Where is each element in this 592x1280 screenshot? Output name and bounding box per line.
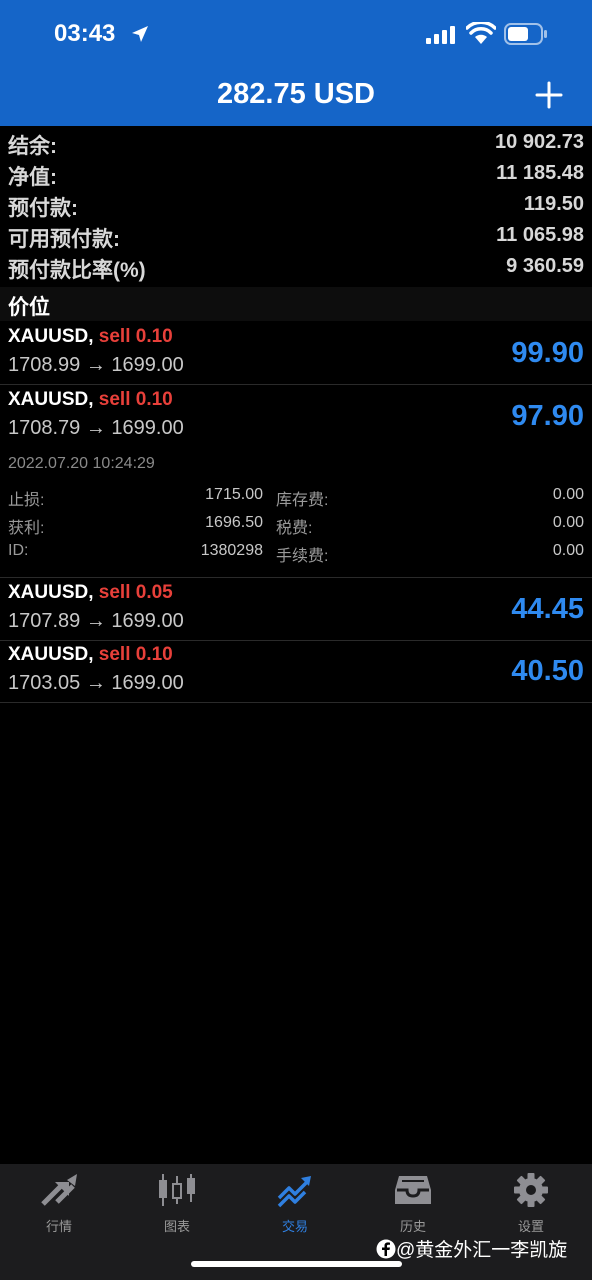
position-prices: 1703.05 → 1699.00	[8, 672, 184, 694]
candlestick-chart-icon	[159, 1174, 195, 1206]
summary-label: 可用预付款:	[8, 228, 120, 251]
watermark: @黄金外汇一李凯旋	[376, 1235, 567, 1262]
position-side: sell 0.05	[98, 582, 173, 603]
position-side: sell 0.10	[98, 326, 173, 347]
summary-value: 11 065.98	[496, 224, 584, 246]
position-side: sell 0.10	[98, 644, 173, 665]
detail-label: 止损:	[8, 492, 45, 509]
tab-history[interactable]: 历史	[354, 1172, 472, 1235]
position-prices: 1707.89 → 1699.00	[8, 610, 184, 632]
detail-value: 0.00	[552, 542, 584, 559]
summary-label: 预付款:	[8, 197, 78, 220]
position-row[interactable]: XAUUSD, sell 0.10 1708.99 → 1699.00 99.9…	[0, 322, 592, 385]
summary-label: 结余:	[8, 135, 57, 158]
tab-trade[interactable]: 交易	[236, 1172, 354, 1235]
detail-value: 0.00	[552, 486, 584, 503]
detail-value: 1715.00	[205, 486, 263, 503]
battery-icon	[504, 23, 547, 45]
summary-row-free-margin: 可用预付款: 11 065.98	[0, 221, 592, 252]
tab-charts[interactable]: 图表	[118, 1172, 236, 1235]
detail-value: 1696.50	[205, 514, 263, 531]
position-details: 2022.07.20 10:24:29 止损: 1715.00 库存费: 0.0…	[0, 448, 592, 578]
add-order-icon[interactable]	[534, 80, 564, 110]
summary-value: 119.50	[523, 193, 584, 215]
position-row[interactable]: XAUUSD, sell 0.05 1707.89 → 1699.00 44.4…	[0, 578, 592, 641]
gear-icon	[514, 1173, 548, 1207]
position-symbol: XAUUSD, sell 0.05	[8, 582, 173, 603]
tab-label: 交易	[281, 1219, 308, 1234]
account-summary: 结余: 10 902.73 净值: 11 185.48 预付款: 119.50 …	[0, 128, 592, 283]
home-indicator[interactable]	[191, 1261, 402, 1267]
header-bar: 03:43 282.75 USD	[0, 0, 592, 126]
account-profit-title: 282.75 USD	[217, 78, 375, 110]
section-title: 价位	[8, 296, 50, 319]
quotes-arrows-icon	[41, 1174, 77, 1206]
detail-label: 手续费:	[276, 548, 329, 565]
position-profit: 97.90	[511, 400, 584, 432]
detail-label: 税费:	[276, 520, 313, 537]
tab-label: 设置	[517, 1219, 544, 1234]
facebook-icon	[376, 1239, 396, 1259]
summary-row-balance: 结余: 10 902.73	[0, 128, 592, 159]
summary-row-margin-level: 预付款比率(%) 9 360.59	[0, 252, 592, 283]
detail-value: 0.00	[552, 514, 584, 531]
location-arrow-icon	[132, 26, 148, 42]
tab-quotes[interactable]: 行情	[0, 1172, 118, 1235]
cellular-signal-icon	[426, 26, 455, 44]
position-symbol: XAUUSD, sell 0.10	[8, 326, 173, 347]
position-open-time: 2022.07.20 10:24:29	[8, 455, 155, 472]
status-time: 03:43	[54, 20, 116, 47]
tab-label: 历史	[399, 1219, 426, 1234]
detail-row: 止损: 1715.00 库存费: 0.00	[0, 486, 592, 512]
position-profit: 40.50	[511, 655, 584, 687]
position-symbol: XAUUSD, sell 0.10	[8, 644, 173, 665]
detail-label: ID:	[8, 542, 29, 559]
wifi-icon	[466, 22, 496, 44]
position-prices: 1708.79 → 1699.00	[8, 417, 184, 439]
tab-label: 行情	[45, 1219, 72, 1234]
position-side: sell 0.10	[98, 389, 173, 410]
detail-value: 1380298	[200, 542, 263, 559]
position-prices: 1708.99 → 1699.00	[8, 354, 184, 376]
detail-row: 获利: 1696.50 税费: 0.00	[0, 514, 592, 540]
summary-label: 预付款比率(%)	[8, 259, 146, 282]
trade-trend-icon	[277, 1176, 311, 1208]
summary-value: 9 360.59	[506, 255, 584, 277]
summary-row-equity: 净值: 11 185.48	[0, 159, 592, 190]
tab-settings[interactable]: 设置	[472, 1172, 590, 1235]
detail-row: ID: 1380298 手续费: 0.00	[0, 542, 592, 568]
position-row[interactable]: XAUUSD, sell 0.10 1708.79 → 1699.00 97.9…	[0, 385, 592, 447]
summary-label: 净值:	[8, 166, 57, 189]
position-row[interactable]: XAUUSD, sell 0.10 1703.05 → 1699.00 40.5…	[0, 640, 592, 703]
tab-label: 图表	[163, 1219, 190, 1234]
history-inbox-icon	[395, 1176, 431, 1204]
summary-value: 11 185.48	[496, 162, 584, 184]
position-symbol: XAUUSD, sell 0.10	[8, 389, 173, 410]
position-profit: 44.45	[511, 593, 584, 625]
positions-section-header: 价位	[0, 287, 592, 321]
summary-value: 10 902.73	[495, 131, 584, 153]
detail-label: 获利:	[8, 520, 45, 537]
summary-row-margin: 预付款: 119.50	[0, 190, 592, 221]
detail-label: 库存费:	[276, 492, 329, 509]
position-profit: 99.90	[511, 337, 584, 369]
